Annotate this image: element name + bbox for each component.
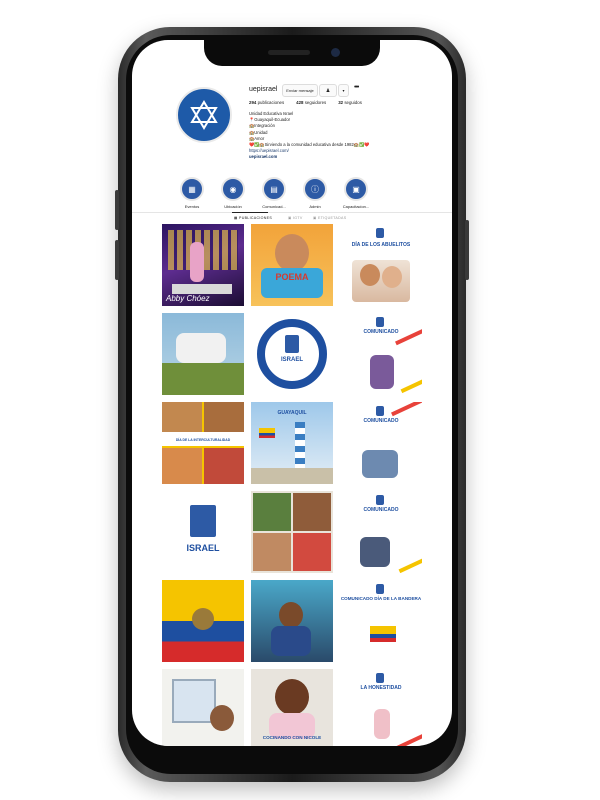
post-title: COMUNICADO (363, 418, 399, 424)
profile-bio: Unidad Educativa Israel 📍Guayaquil-Ecuad… (249, 111, 369, 161)
post-tile[interactable]: DÍA DE LA INTERCULTURALIDAD (162, 402, 244, 484)
highlight-label: Capacitacion... (342, 204, 370, 209)
follow-button[interactable]: ♟ (319, 84, 337, 97)
front-camera (331, 48, 340, 57)
post-tile[interactable]: COMUNICADO (340, 313, 422, 395)
post-caption: COCINANDO CON NICOLE (262, 735, 322, 740)
school-logo-icon (376, 584, 384, 594)
highlight-label: Eventos (184, 204, 200, 209)
location-icon: ◉ (229, 184, 237, 194)
post-tile[interactable]: ISRAEL (162, 491, 244, 573)
volume-button (115, 190, 119, 230)
school-logo-icon (376, 495, 384, 505)
post-title: ISRAEL (280, 357, 303, 363)
followers-count[interactable]: 428 seguidores (296, 100, 326, 105)
document-icon: ▤ (270, 184, 278, 194)
school-logo-icon (190, 505, 216, 537)
post-title: ISRAEL (186, 543, 220, 553)
highlight-label: Admin (309, 204, 321, 209)
post-tile[interactable]: DÍA DE LOS ABUELITOS (340, 224, 422, 306)
highlight-comunicados[interactable]: ▤ Comunicad... (254, 177, 294, 209)
send-message-label: Enviar mensaje (286, 88, 314, 93)
post-caption: Abby Chóez (166, 294, 210, 303)
school-logo-icon (285, 335, 299, 353)
profile-username: uepisrael (249, 86, 278, 93)
active-tab-indicator (232, 212, 268, 213)
post-caption: POEMA (275, 272, 309, 282)
post-title: DÍA DE LA INTERCULTURALIDAD (175, 438, 231, 442)
id-card-icon: ▣ (352, 184, 360, 194)
post-title: DÍA DE LOS ABUELITOS (351, 242, 411, 248)
profile-avatar[interactable] (176, 87, 232, 143)
speaker (268, 50, 310, 55)
decorative-stripe (393, 730, 422, 746)
highlight-label: Ubicación (224, 204, 242, 209)
post-tile[interactable] (162, 669, 244, 746)
highlight-label: Comunicad... (262, 204, 286, 209)
volume-button (115, 240, 119, 280)
post-tile[interactable]: COMUNICADO (340, 491, 422, 573)
decorative-stripe (391, 402, 422, 417)
power-button (465, 220, 469, 280)
school-logo-icon (376, 406, 384, 416)
chevron-down-icon: ▾ (342, 88, 345, 93)
decorative-stripe (395, 324, 422, 346)
post-tile[interactable]: POEMA (251, 224, 333, 306)
highlight-ubicacion[interactable]: ◉ Ubicación (213, 177, 253, 209)
post-tile[interactable]: LA HONESTIDAD (340, 669, 422, 746)
send-message-button[interactable]: Enviar mensaje (282, 84, 318, 97)
post-tile[interactable]: ISRAEL (251, 313, 333, 395)
post-tile[interactable] (251, 491, 333, 573)
highlight-admin[interactable]: ⓘ Admin (295, 177, 335, 209)
tab-etiquetadas[interactable]: ▣ ETIQUETADAS (313, 216, 346, 220)
tab-igtv[interactable]: ▣ IGTV (288, 216, 303, 220)
screen: uepisrael Enviar mensaje ♟ ▾ ••• 294 pub… (132, 40, 452, 746)
profile-tabs: ▦ PUBLICACIONES ▣ IGTV ▣ ETIQUETADAS (132, 212, 452, 223)
post-tile[interactable]: COCINANDO CON NICOLE (251, 669, 333, 746)
post-title: COMUNICADO DÍA DE LA BANDERA (340, 596, 422, 601)
post-tile[interactable]: COMUNICADO (340, 402, 422, 484)
post-tile[interactable] (251, 580, 333, 662)
star-of-david-icon (190, 100, 218, 130)
tab-publicaciones[interactable]: ▦ PUBLICACIONES (234, 216, 272, 220)
post-tile[interactable] (162, 580, 244, 662)
dropdown-button[interactable]: ▾ (338, 84, 349, 97)
decorative-stripe (400, 376, 422, 394)
post-tile[interactable]: GUAYAQUIL (251, 402, 333, 484)
post-title: GUAYAQUIL (277, 410, 307, 416)
post-tile[interactable] (162, 313, 244, 395)
school-logo-icon (376, 228, 384, 238)
post-title: COMUNICADO (363, 507, 399, 513)
highlight-capacitaciones[interactable]: ▣ Capacitacion... (336, 177, 376, 209)
website-link[interactable]: uepisrael.com (249, 154, 369, 160)
school-logo-icon (376, 317, 384, 327)
person-plus-icon: ♟ (325, 87, 331, 94)
highlight-eventos[interactable]: ▦ Eventos (172, 177, 212, 209)
more-options-icon[interactable]: ••• (354, 84, 359, 91)
following-count[interactable]: 32 seguidos (338, 100, 362, 105)
post-title: LA HONESTIDAD (360, 685, 402, 691)
post-tile[interactable]: COMUNICADO DÍA DE LA BANDERA (340, 580, 422, 662)
posts-count[interactable]: 294 publicaciones (249, 100, 284, 105)
profile-stats: 294 publicaciones 428 seguidores 32 segu… (249, 100, 362, 105)
info-icon: ⓘ (311, 184, 319, 194)
calendar-icon: ▦ (188, 184, 196, 194)
decorative-stripe (398, 556, 422, 573)
post-tile[interactable]: Abby Chóez (162, 224, 244, 306)
notch (204, 40, 380, 66)
school-logo-icon (376, 673, 384, 683)
